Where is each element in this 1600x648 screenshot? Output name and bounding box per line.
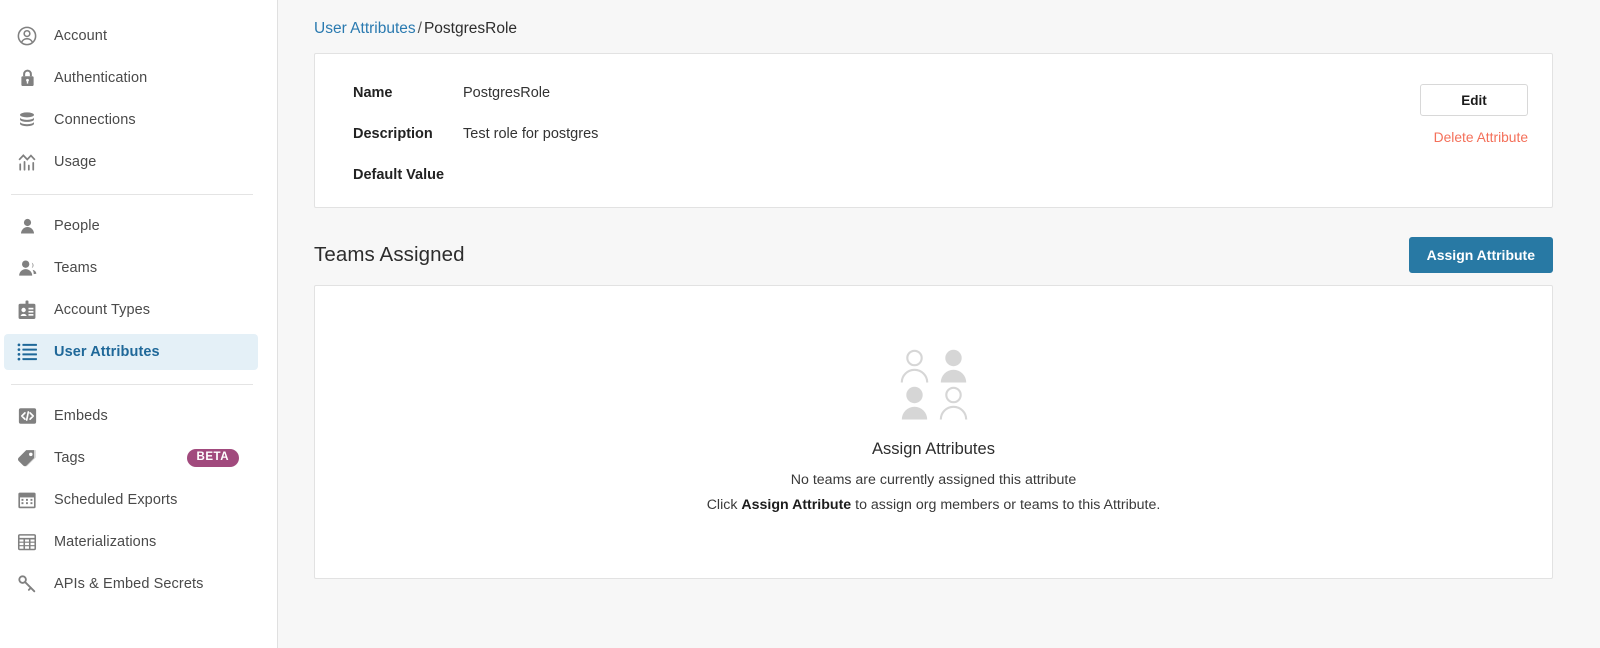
sidebar-nav: Account Authentication Connections Usage… [0,0,278,648]
sidebar-item-authentication[interactable]: Authentication [4,60,258,96]
person-outline-icon [895,347,934,384]
teams-assigned-header: Teams Assigned Assign Attribute [314,237,1553,273]
list-icon [14,339,40,365]
beta-badge: BETA [186,448,239,468]
sidebar-item-account-types[interactable]: Account Types [4,292,258,328]
tag-icon [14,445,40,471]
code-brackets-icon [14,403,40,429]
detail-row-value: PostgresRole [463,85,551,101]
sidebar-item-label: Usage [54,154,97,170]
settings-page: Account Authentication Connections Usage… [0,0,1600,648]
detail-row: Description Test role for postgres [353,126,598,167]
sidebar-item-teams[interactable]: Teams [4,250,258,286]
sidebar-item-people[interactable]: People [4,208,258,244]
teams-assigned-card: Assign Attributes No teams are currently… [314,285,1553,579]
sidebar-item-label: Account Types [54,302,151,318]
empty-state-line-2-bold: Assign Attribute [741,496,852,513]
attribute-detail-actions: Edit Delete Attribute [1420,80,1528,207]
database-icon [14,107,40,133]
sidebar-item-label: Tags [54,450,86,466]
empty-state-line-2-prefix: Click [706,496,742,513]
empty-state-title: Assign Attributes [872,440,995,459]
sidebar-item-label: People [54,218,100,234]
breadcrumb-current: PostgresRole [423,20,518,37]
main-content: User Attributes / PostgresRole Name Postgre… [278,0,1600,648]
sidebar-item-label: Materializations [54,534,157,550]
sidebar-item-label: Authentication [54,70,148,86]
key-icon [14,571,40,597]
sidebar-item-connections[interactable]: Connections [4,102,258,138]
table-grid-icon [14,529,40,555]
lock-icon [14,65,40,91]
sidebar-item-materializations[interactable]: Materializations [4,524,258,560]
sidebar-item-user-attributes[interactable]: User Attributes [4,334,258,370]
person-icon [14,213,40,239]
empty-state-line-2-suffix: to assign org members or teams to this A… [851,496,1161,513]
attribute-detail-card: Name PostgresRole Description Test role for… [314,53,1553,208]
sidebar-item-account[interactable]: Account [4,18,258,54]
chart-usage-icon [14,149,40,175]
breadcrumb: User Attributes / PostgresRole [314,20,1553,38]
person-filled-icon [895,384,934,421]
people-icon [14,255,40,281]
sidebar-item-label: APIs & Embed Secrets [54,576,204,592]
empty-state-line-2: Click Assign Attribute to assign org mem… [707,493,1161,517]
detail-row-label: Default Value [353,167,445,183]
page-title: Teams Assigned [314,243,465,266]
delete-attribute-link[interactable]: Delete Attribute [1434,130,1528,145]
sidebar-item-label: Embeds [54,408,108,424]
edit-button[interactable]: Edit [1420,84,1528,116]
detail-row-label: Name [353,85,393,101]
people-grid-illustration [895,347,973,421]
sidebar-item-label: Teams [54,260,98,276]
sidebar-item-label: Scheduled Exports [54,492,178,508]
detail-row-label: Description [353,126,433,142]
sidebar-item-scheduled-exports[interactable]: Scheduled Exports [4,482,258,518]
sidebar-item-usage[interactable]: Usage [4,144,258,180]
breadcrumb-separator: / [417,20,422,37]
sidebar-item-apis-embed-secrets[interactable]: APIs & Embed Secrets [4,566,258,602]
detail-row: Name PostgresRole [353,85,598,126]
sidebar-divider [11,194,253,195]
sidebar-item-label: Connections [54,112,136,128]
detail-row: Default Value [353,167,598,208]
person-outline-icon [934,384,973,421]
sidebar-item-label: User Attributes [54,344,160,360]
person-filled-icon [934,347,973,384]
account-circle-icon [14,23,40,49]
detail-row-value: Test role for postgres [463,126,599,142]
sidebar-divider [11,384,253,385]
attribute-detail-rows: Name PostgresRole Description Test role for… [353,80,598,207]
sidebar-item-embeds[interactable]: Embeds [4,398,258,434]
assign-attribute-button[interactable]: Assign Attribute [1408,237,1553,273]
empty-state-line-1: No teams are currently assigned this att… [790,472,1077,489]
sidebar-item-label: Account [54,28,108,44]
calendar-icon [14,487,40,513]
id-badge-icon [14,297,40,323]
sidebar-item-tags[interactable]: Tags BETA [4,440,258,476]
breadcrumb-link-user-attributes[interactable]: User Attributes [314,20,416,37]
